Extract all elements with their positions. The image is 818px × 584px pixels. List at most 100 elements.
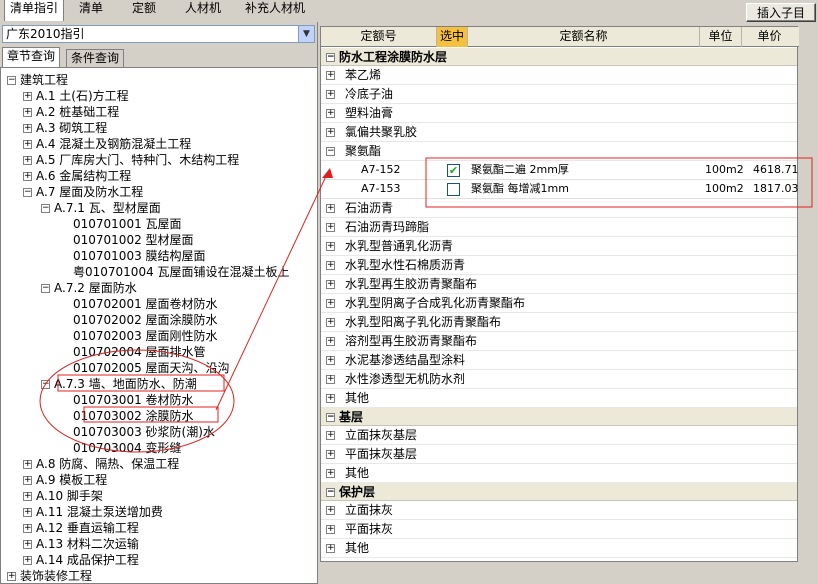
- category-row[interactable]: + 石油沥青: [321, 199, 797, 218]
- category-row[interactable]: + 石油沥青玛蹄脂: [321, 218, 797, 237]
- tree-node[interactable]: 010703004 变形缝: [59, 440, 182, 456]
- tree-node[interactable]: 010701001 瓦屋面: [59, 216, 182, 232]
- quota-row[interactable]: A7-152 聚氨酯二遍 2mm厚 100m2 4618.71 ✔: [321, 161, 799, 180]
- category-row[interactable]: + 立面抹灰: [321, 501, 797, 520]
- category-row[interactable]: + 塑料油膏: [321, 104, 797, 123]
- tree-node[interactable]: 010701002 型材屋面: [59, 232, 194, 248]
- collapse-icon[interactable]: −: [23, 188, 32, 197]
- category-row[interactable]: + 水性渗透型无机防水剂: [321, 370, 797, 389]
- tab-chapter-query[interactable]: 章节查询: [2, 47, 61, 67]
- category-row[interactable]: + 水泥基渗透结晶型涂料: [321, 351, 797, 370]
- tree-node[interactable]: 010702001 屋面卷材防水: [59, 296, 218, 312]
- category-row[interactable]: + 平面抹灰: [321, 520, 797, 539]
- tree-node[interactable]: − A.7.3 墙、地面防水、防潮: [41, 376, 197, 392]
- category-row[interactable]: + 平面抹灰基层: [321, 445, 797, 464]
- expand-icon[interactable]: +: [326, 469, 335, 478]
- category-row[interactable]: + 其他: [321, 464, 797, 483]
- tree-node[interactable]: + A.6 金属结构工程: [23, 168, 131, 184]
- expand-icon[interactable]: +: [23, 540, 32, 549]
- section-row[interactable]: − 防水工程涂膜防水层: [321, 48, 797, 66]
- expand-icon[interactable]: +: [326, 337, 335, 346]
- category-row[interactable]: + 冷底子油: [321, 85, 797, 104]
- expand-icon[interactable]: +: [23, 156, 32, 165]
- header-price[interactable]: 单价: [742, 27, 797, 47]
- expand-icon[interactable]: +: [326, 242, 335, 251]
- section-row[interactable]: − 保护层: [321, 483, 797, 501]
- expand-icon[interactable]: +: [326, 506, 335, 515]
- expand-icon[interactable]: +: [326, 299, 335, 308]
- guide-select[interactable]: 广东2010指引 ▼: [2, 25, 315, 43]
- category-row[interactable]: + 其他: [321, 389, 797, 408]
- expand-icon[interactable]: +: [7, 572, 16, 581]
- tree-node[interactable]: 010702005 屋面天沟、沿沟: [59, 360, 230, 376]
- category-row[interactable]: + 水乳型阴离子合成乳化沥青聚酯布: [321, 294, 797, 313]
- chevron-down-icon[interactable]: ▼: [298, 26, 314, 42]
- tree-node[interactable]: + A.14 成品保护工程: [23, 552, 139, 568]
- tree-node[interactable]: + A.13 材料二次运输: [23, 536, 139, 552]
- expand-icon[interactable]: +: [326, 375, 335, 384]
- tree-node[interactable]: + A.4 混凝土及钢筋混凝土工程: [23, 136, 191, 152]
- expand-icon[interactable]: +: [326, 90, 335, 99]
- collapse-icon[interactable]: −: [326, 413, 335, 422]
- expand-icon[interactable]: +: [326, 318, 335, 327]
- expand-icon[interactable]: +: [23, 460, 32, 469]
- tree-node[interactable]: + A.11 混凝土泵送增加费: [23, 504, 163, 520]
- category-row[interactable]: + 其他: [321, 539, 797, 558]
- category-row[interactable]: + 溶剂型再生胶沥青聚酯布: [321, 332, 797, 351]
- category-row[interactable]: + 氯偏共聚乳胶: [321, 123, 797, 142]
- tree-node[interactable]: + A.1 土(石)方工程: [23, 88, 129, 104]
- header-unit[interactable]: 单位: [700, 27, 742, 47]
- expand-icon[interactable]: +: [23, 108, 32, 117]
- tree-node[interactable]: 010701003 膜结构屋面: [59, 248, 206, 264]
- header-quota-name[interactable]: 定额名称: [468, 27, 700, 47]
- tree-node[interactable]: + A.12 垂直运输工程: [23, 520, 139, 536]
- expand-icon[interactable]: +: [326, 450, 335, 459]
- expand-icon[interactable]: +: [326, 261, 335, 270]
- checkbox-unchecked[interactable]: [447, 183, 460, 196]
- category-row[interactable]: + 苯乙烯: [321, 66, 797, 85]
- collapse-icon[interactable]: −: [326, 488, 335, 497]
- expand-icon[interactable]: +: [23, 524, 32, 533]
- collapse-icon[interactable]: −: [326, 147, 335, 156]
- collapse-icon[interactable]: −: [41, 380, 50, 389]
- category-row[interactable]: − 聚氨酯: [321, 142, 797, 161]
- tree-node[interactable]: + A.10 脚手架: [23, 488, 103, 504]
- quota-row[interactable]: A7-153 聚氨酯 每增减1mm 100m2 1817.03: [321, 180, 799, 199]
- tab-list[interactable]: 清单: [74, 0, 108, 20]
- expand-icon[interactable]: +: [326, 544, 335, 553]
- expand-icon[interactable]: +: [326, 204, 335, 213]
- tree-node[interactable]: + A.3 砌筑工程: [23, 120, 107, 136]
- expand-icon[interactable]: +: [23, 140, 32, 149]
- tree-node[interactable]: + A.2 桩基础工程: [23, 104, 119, 120]
- expand-icon[interactable]: +: [326, 431, 335, 440]
- tree-node[interactable]: 010703002 涂膜防水: [59, 408, 194, 424]
- collapse-icon[interactable]: −: [7, 76, 16, 85]
- tree-node[interactable]: 010702004 屋面排水管: [59, 344, 206, 360]
- expand-icon[interactable]: +: [23, 92, 32, 101]
- category-row[interactable]: + 水乳型再生胶沥青聚酯布: [321, 275, 797, 294]
- collapse-icon[interactable]: −: [326, 53, 335, 62]
- tab-extra-labor-material[interactable]: 补充人材机: [240, 0, 310, 20]
- category-row[interactable]: + 立面抹灰基层: [321, 426, 797, 445]
- expand-icon[interactable]: +: [326, 394, 335, 403]
- expand-icon[interactable]: +: [23, 476, 32, 485]
- expand-icon[interactable]: +: [23, 556, 32, 565]
- tree-node[interactable]: + 装饰装修工程: [7, 568, 92, 583]
- tree-node[interactable]: 010703003 砂浆防(潮)水: [59, 424, 215, 440]
- tree-node[interactable]: − A.7.1 瓦、型材屋面: [41, 200, 161, 216]
- tree-node[interactable]: 粤010701004 瓦屋面铺设在混凝土板上: [59, 264, 290, 280]
- expand-icon[interactable]: +: [326, 109, 335, 118]
- expand-icon[interactable]: +: [23, 172, 32, 181]
- expand-icon[interactable]: +: [326, 223, 335, 232]
- checkbox-checked[interactable]: ✔: [447, 164, 460, 177]
- tree-node[interactable]: + A.9 模板工程: [23, 472, 107, 488]
- tree-node[interactable]: 010702002 屋面涂膜防水: [59, 312, 218, 328]
- category-row[interactable]: + 水乳型水性石棉质沥青: [321, 256, 797, 275]
- category-row[interactable]: + 水乳型阳离子乳化沥青聚酯布: [321, 313, 797, 332]
- expand-icon[interactable]: +: [23, 492, 32, 501]
- header-selected[interactable]: 选中: [437, 27, 468, 47]
- expand-icon[interactable]: +: [23, 508, 32, 517]
- tab-quota[interactable]: 定额: [127, 0, 161, 20]
- tree-node[interactable]: 010703001 卷材防水: [59, 392, 194, 408]
- tree-node[interactable]: + A.5 厂库房大门、特种门、木结构工程: [23, 152, 239, 168]
